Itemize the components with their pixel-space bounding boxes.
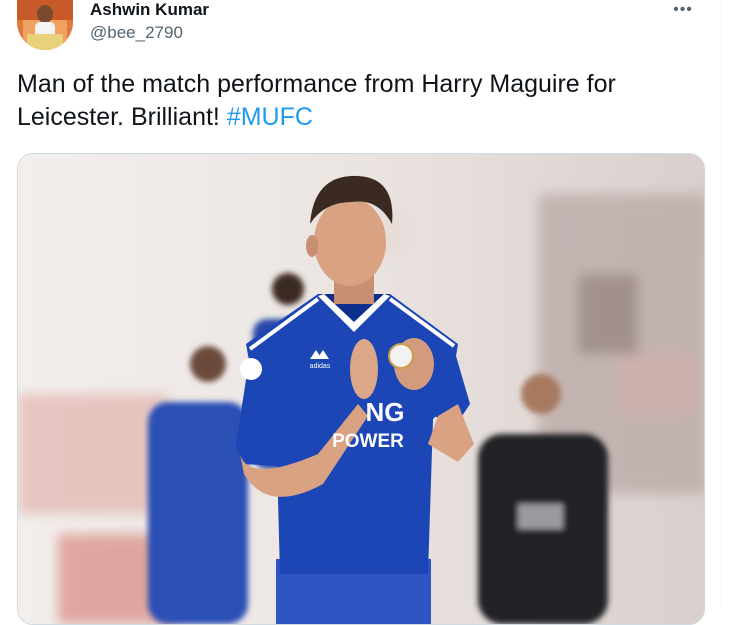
- tweet-text: Man of the match performance from Harry …: [17, 68, 707, 134]
- shirt-sponsor-line2: POWER: [332, 431, 404, 452]
- more-options-button[interactable]: •••: [670, 0, 696, 20]
- author-handle[interactable]: @bee_2790: [90, 22, 183, 44]
- author-name[interactable]: Ashwin Kumar: [90, 0, 209, 20]
- timeline-divider: [721, 0, 722, 608]
- author-avatar[interactable]: [17, 0, 73, 50]
- tweet-photo[interactable]: NG POWER adidas: [17, 153, 705, 625]
- shirt-brand: adidas: [310, 363, 331, 370]
- shirt-sponsor-line1: NG: [366, 397, 405, 427]
- avatar-image: [17, 0, 73, 50]
- hashtag-link[interactable]: #MUFC: [227, 103, 313, 131]
- tweet-body: Man of the match performance from Harry …: [17, 70, 616, 131]
- photo-image: NG POWER adidas: [18, 154, 704, 624]
- ellipsis-icon: •••: [673, 1, 693, 18]
